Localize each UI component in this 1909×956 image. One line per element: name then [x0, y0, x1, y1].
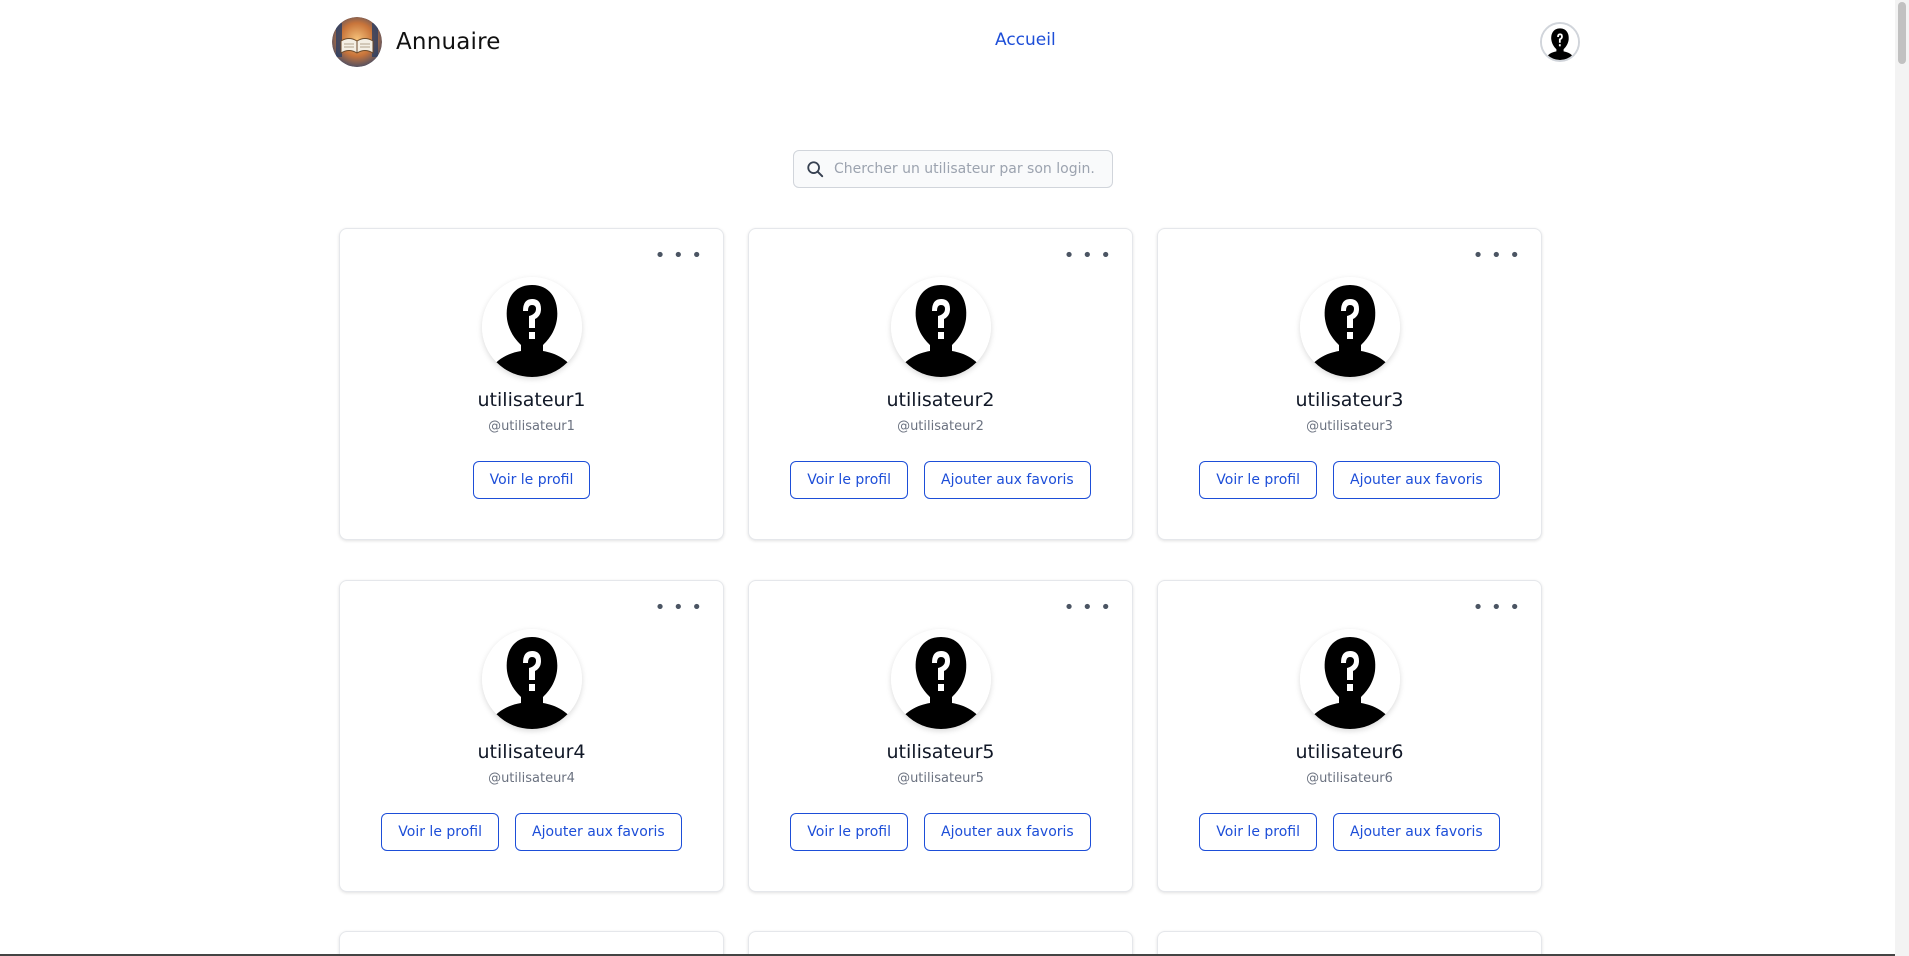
more-options-icon[interactable]: • • • [655, 599, 703, 617]
unknown-user-icon [891, 277, 991, 377]
user-card-name: utilisateur4 [477, 741, 586, 763]
more-options-icon[interactable]: • • • [1473, 599, 1521, 617]
user-card-partial [339, 931, 724, 956]
user-card-login: @utilisateur5 [897, 771, 984, 786]
user-card-login: @utilisateur6 [1306, 771, 1393, 786]
unknown-user-icon [482, 277, 582, 377]
add-to-favorites-button[interactable]: Ajouter aux favoris [924, 813, 1091, 851]
user-card-actions: Voir le profil Ajouter aux favoris [1158, 461, 1541, 499]
view-profile-button[interactable]: Voir le profil [790, 813, 908, 851]
user-card-name: utilisateur3 [1295, 389, 1404, 411]
brand-title[interactable]: Annuaire [396, 29, 501, 55]
view-profile-button[interactable]: Voir le profil [381, 813, 499, 851]
user-card-name: utilisateur5 [886, 741, 995, 763]
user-card-actions: Voir le profil Ajouter aux favoris [749, 461, 1132, 499]
unknown-user-icon [1300, 629, 1400, 729]
search-bar [793, 150, 1113, 188]
user-card-actions: Voir le profil Ajouter aux favoris [749, 813, 1132, 851]
user-card-login: @utilisateur1 [488, 419, 575, 434]
user-card: • • • utilisateur6 @utilisateur6 Voir le… [1157, 580, 1542, 892]
add-to-favorites-button[interactable]: Ajouter aux favoris [1333, 461, 1500, 499]
page: Annuaire Accueil • • • [0, 0, 1909, 956]
user-card-actions: Voir le profil Ajouter aux favoris [1158, 813, 1541, 851]
top-navbar: Annuaire Accueil [0, 0, 1895, 84]
user-card: • • • utilisateur3 @utilisateur3 Voir le… [1157, 228, 1542, 540]
add-to-favorites-button[interactable]: Ajouter aux favoris [1333, 813, 1500, 851]
user-card: • • • utilisateur1 @utilisateur1 Voir le… [339, 228, 724, 540]
user-card-login: @utilisateur2 [897, 419, 984, 434]
user-card-login: @utilisateur3 [1306, 419, 1393, 434]
scrollbar-thumb[interactable] [1898, 2, 1906, 64]
user-card: • • • utilisateur4 @utilisateur4 Voir le… [339, 580, 724, 892]
more-options-icon[interactable]: • • • [1473, 247, 1521, 265]
brand[interactable]: Annuaire [332, 17, 501, 67]
user-card-partial [748, 931, 1133, 956]
user-card: • • • utilisateur5 @utilisateur5 Voir le… [748, 580, 1133, 892]
view-profile-button[interactable]: Voir le profil [472, 461, 591, 499]
user-card-name: utilisateur6 [1295, 741, 1404, 763]
search-input[interactable] [834, 161, 1094, 177]
unknown-user-icon [1300, 277, 1400, 377]
search-icon [807, 161, 824, 178]
book-logo-icon[interactable] [332, 17, 382, 67]
user-avatar-button[interactable] [1540, 22, 1580, 62]
view-profile-button[interactable]: Voir le profil [1199, 461, 1317, 499]
user-card-login: @utilisateur4 [488, 771, 575, 786]
more-options-icon[interactable]: • • • [1064, 599, 1112, 617]
user-card-actions: Voir le profil [340, 461, 723, 499]
unknown-user-icon [482, 629, 582, 729]
add-to-favorites-button[interactable]: Ajouter aux favoris [515, 813, 682, 851]
page-scrollbar[interactable] [1895, 0, 1909, 956]
view-profile-button[interactable]: Voir le profil [1199, 813, 1317, 851]
user-card-actions: Voir le profil Ajouter aux favoris [340, 813, 723, 851]
unknown-user-icon [891, 629, 991, 729]
add-to-favorites-button[interactable]: Ajouter aux favoris [924, 461, 1091, 499]
nav-home-link[interactable]: Accueil [995, 30, 1056, 50]
view-profile-button[interactable]: Voir le profil [790, 461, 908, 499]
user-card-name: utilisateur2 [886, 389, 995, 411]
user-card-name: utilisateur1 [477, 389, 586, 411]
unknown-user-icon [1542, 24, 1578, 60]
user-card-partial [1157, 931, 1542, 956]
user-card: • • • utilisateur2 @utilisateur2 Voir le… [748, 228, 1133, 540]
more-options-icon[interactable]: • • • [655, 247, 703, 265]
more-options-icon[interactable]: • • • [1064, 247, 1112, 265]
